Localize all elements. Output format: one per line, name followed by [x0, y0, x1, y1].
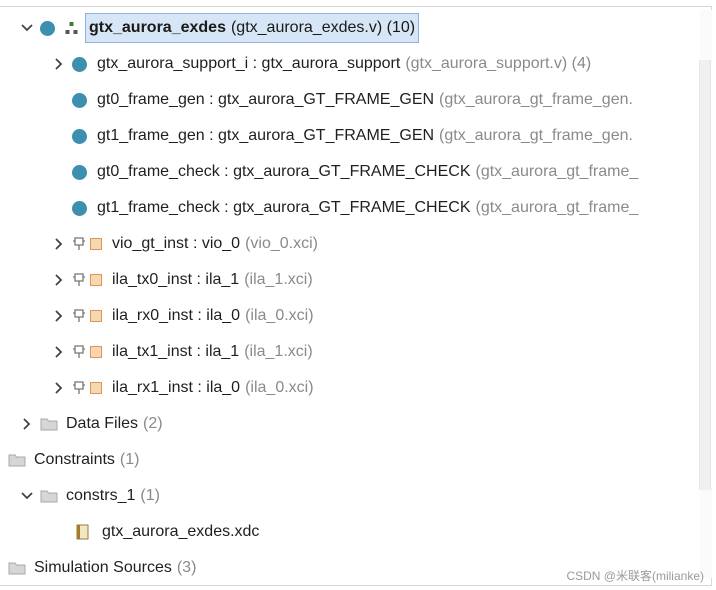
ip-plug-icon: [73, 345, 85, 358]
folder-icon: [40, 418, 58, 431]
node-name: ila_rx0_inst : ila_0: [112, 307, 241, 324]
tree-node-gt0-frame-gen[interactable]: gt0_frame_gen : gtx_aurora_GT_FRAME_GEN …: [72, 82, 633, 118]
chevron-right-icon[interactable]: [52, 334, 66, 370]
module-icon: [72, 128, 87, 144]
module-icon: [72, 56, 87, 72]
scrollbar-thumb[interactable]: [699, 60, 711, 490]
node-detail: (ila_1.xci): [244, 271, 313, 288]
tree-node-root[interactable]: gtx_aurora_exdes (gtx_aurora_exdes.v) (1…: [20, 10, 420, 46]
node-name: gtx_aurora_exdes.xdc: [102, 523, 260, 540]
selected-top-module[interactable]: gtx_aurora_exdes (gtx_aurora_exdes.v) (1…: [85, 13, 420, 43]
chevron-right-icon[interactable]: [52, 298, 66, 334]
node-detail: (ila_0.xci): [245, 307, 314, 324]
node-detail: (1): [119, 451, 140, 468]
node-detail: (gtx_aurora_gt_frame_gen.: [439, 91, 633, 108]
node-detail: (vio_0.xci): [245, 235, 318, 252]
node-name: gtx_aurora_exdes: [89, 19, 226, 36]
watermark: CSDN @米联客(milianke): [566, 569, 704, 583]
tree-node-constraints[interactable]: Constraints (1): [8, 442, 139, 478]
chevron-down-icon[interactable]: [20, 10, 34, 46]
ip-core-icon: [90, 238, 102, 250]
node-detail: (gtx_aurora_gt_frame_: [475, 199, 639, 216]
module-icon: [40, 20, 55, 36]
tree-node-gt1-frame-gen[interactable]: gt1_frame_gen : gtx_aurora_GT_FRAME_GEN …: [72, 118, 633, 154]
ip-plug-icon: [73, 237, 85, 250]
tree-node-xdc-file[interactable]: gtx_aurora_exdes.xdc: [76, 514, 259, 550]
node-name: gt0_frame_check : gtx_aurora_GT_FRAME_CH…: [97, 163, 471, 180]
tree-node-vio[interactable]: vio_gt_inst : vio_0 (vio_0.xci): [52, 226, 318, 262]
module-icon: [72, 92, 87, 108]
chevron-right-icon[interactable]: [52, 262, 66, 298]
chevron-right-icon[interactable]: [52, 370, 66, 406]
node-name: ila_tx0_inst : ila_1: [112, 271, 240, 288]
tree-node-support[interactable]: gtx_aurora_support_i : gtx_aurora_suppor…: [52, 46, 591, 82]
top-module-hierarchy-icon: [65, 22, 78, 34]
chevron-down-icon[interactable]: [20, 478, 34, 514]
folder-icon: [40, 490, 58, 503]
tree-node-ila-rx1[interactable]: ila_rx1_inst : ila_0 (ila_0.xci): [52, 370, 314, 406]
module-icon: [72, 200, 87, 216]
node-detail: (2): [143, 415, 163, 432]
ip-core-icon: [90, 346, 102, 358]
node-name: gt0_frame_gen : gtx_aurora_GT_FRAME_GEN: [97, 91, 435, 108]
ip-plug-icon: [73, 273, 85, 286]
ip-plug-icon: [73, 381, 85, 394]
tree-node-simulation-sources[interactable]: Simulation Sources (3): [8, 550, 196, 586]
folder-icon: [8, 454, 26, 467]
node-detail: (ila_1.xci): [244, 343, 313, 360]
node-name: Data Files: [66, 415, 139, 432]
node-name: ila_tx1_inst : ila_1: [112, 343, 240, 360]
node-name: ila_rx1_inst : ila_0: [112, 379, 241, 396]
ip-core-icon: [90, 382, 102, 394]
module-icon: [72, 164, 87, 180]
node-name: gt1_frame_check : gtx_aurora_GT_FRAME_CH…: [97, 199, 471, 216]
tree-node-ila-rx0[interactable]: ila_rx0_inst : ila_0 (ila_0.xci): [52, 298, 314, 334]
node-name: constrs_1: [66, 487, 136, 504]
tree-node-ila-tx1[interactable]: ila_tx1_inst : ila_1 (ila_1.xci): [52, 334, 313, 370]
constraint-file-icon: [76, 524, 89, 540]
node-name: gt1_frame_gen : gtx_aurora_GT_FRAME_GEN: [97, 127, 435, 144]
node-detail: (gtx_aurora_exdes.v) (10): [230, 19, 416, 36]
tree-node-gt0-frame-check[interactable]: gt0_frame_check : gtx_aurora_GT_FRAME_CH…: [72, 154, 638, 190]
node-name: Constraints: [34, 451, 115, 468]
chevron-right-icon[interactable]: [52, 46, 66, 82]
node-detail: (3): [176, 559, 197, 576]
node-detail: (gtx_aurora_gt_frame_: [475, 163, 639, 180]
node-detail: (gtx_aurora_support.v) (4): [405, 55, 592, 72]
node-name: vio_gt_inst : vio_0: [112, 235, 241, 252]
node-detail: (ila_0.xci): [245, 379, 314, 396]
node-name: Simulation Sources: [34, 559, 172, 576]
folder-icon: [8, 562, 26, 575]
tree-node-gt1-frame-check[interactable]: gt1_frame_check : gtx_aurora_GT_FRAME_CH…: [72, 190, 638, 226]
tree-node-ila-tx0[interactable]: ila_tx0_inst : ila_1 (ila_1.xci): [52, 262, 313, 298]
ip-core-icon: [90, 274, 102, 286]
node-name: gtx_aurora_support_i : gtx_aurora_suppor…: [97, 55, 401, 72]
node-detail: (1): [140, 487, 160, 504]
node-detail: (gtx_aurora_gt_frame_gen.: [439, 127, 633, 144]
tree-node-constrs-1[interactable]: constrs_1 (1): [20, 478, 160, 514]
ip-plug-icon: [73, 309, 85, 322]
chevron-right-icon[interactable]: [52, 226, 66, 262]
tree-node-data-files[interactable]: Data Files (2): [20, 406, 163, 442]
chevron-right-icon[interactable]: [20, 406, 34, 442]
ip-core-icon: [90, 310, 102, 322]
